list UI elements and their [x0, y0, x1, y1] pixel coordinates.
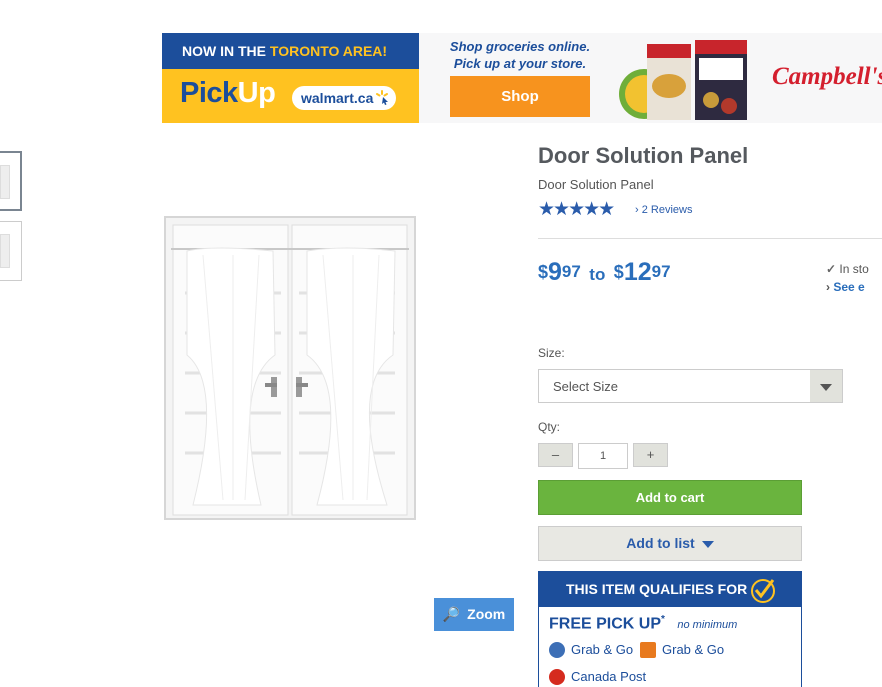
banner-headline: NOW IN THE TORONTO AREA! — [162, 33, 419, 69]
banner-pickup-area: PickUp walmart.ca — [162, 69, 419, 123]
promo-banner[interactable]: NOW IN THE TORONTO AREA! PickUp walmart.… — [162, 33, 882, 123]
qualifies-box: THIS ITEM QUALIFIES FOR FREE PICK UP* no… — [538, 571, 802, 687]
stock-line1: In sto — [839, 262, 869, 276]
chevron-right-icon: › — [826, 280, 830, 294]
caret-down-icon — [701, 540, 714, 548]
product-subtitle: Door Solution Panel — [538, 177, 654, 192]
product-title: Door Solution Panel — [538, 143, 749, 168]
banner-message: Shop groceries online. Pick up at your s… — [420, 38, 620, 72]
price-from-dollars: 9 — [548, 258, 562, 286]
size-label: Size: — [538, 346, 565, 360]
campbells-logo: Campbell's. — [772, 63, 882, 90]
walmart-spark-icon — [376, 90, 388, 105]
divider — [538, 238, 882, 239]
price-from-cents: 97 — [561, 262, 581, 281]
add-to-cart-button[interactable]: Add to cart — [538, 480, 802, 515]
qty-label: Qty: — [538, 420, 561, 434]
thumbnail-1[interactable] — [0, 151, 22, 211]
service3-label: Canada Post — [571, 669, 647, 684]
stock-status: ✓ In sto › See e — [826, 260, 869, 296]
free-pickup-text: FREE PICK UP — [549, 615, 662, 633]
thumbnail-2[interactable] — [0, 221, 22, 281]
stock-line2: See e — [833, 280, 865, 294]
zoom-button[interactable]: 🔎 Zoom — [434, 598, 514, 631]
seven-eleven-icon — [640, 641, 656, 658]
zoom-label: Zoom — [467, 606, 506, 622]
pickup-logo-part2: Up — [237, 77, 276, 109]
price-from-currency: $ — [538, 262, 549, 282]
add-to-list-label: Add to list — [626, 535, 695, 551]
pickup-logo: PickUp — [180, 77, 276, 110]
chevron-right-icon: › — [635, 204, 639, 216]
price-to-word: to — [589, 265, 606, 284]
product-image — [164, 216, 416, 520]
canada-post-icon — [549, 668, 565, 685]
check-badge-icon — [751, 579, 775, 603]
checkmark-icon: ✓ — [826, 262, 837, 276]
soup-products-image — [619, 40, 747, 120]
qty-input[interactable]: 1 — [578, 443, 628, 469]
pickup-logo-part1: Pick — [180, 77, 238, 109]
grab-go-icon — [549, 641, 565, 658]
size-select[interactable]: Select Size — [538, 369, 843, 403]
service2-label: Grab & Go — [662, 642, 725, 657]
qty-decrease-button[interactable]: – — [538, 443, 573, 467]
add-to-list-button[interactable]: Add to list — [538, 526, 802, 561]
walmart-domain: walmart.ca — [301, 90, 374, 106]
price-to-cents: 97 — [651, 262, 671, 281]
qty-increase-button[interactable]: + — [633, 443, 668, 467]
see-stores-link[interactable]: › See e — [826, 278, 869, 296]
price-to-currency: $ — [613, 262, 624, 282]
service-canada-post: Canada Post — [549, 668, 647, 686]
rating-stars: ★★★★★ — [538, 199, 615, 220]
reviews-link[interactable]: › 2 Reviews — [635, 204, 692, 216]
qualifies-header: THIS ITEM QUALIFIES FOR — [539, 572, 801, 607]
thumbnail-image — [0, 165, 10, 199]
banner-shop-button[interactable]: Shop — [450, 76, 590, 117]
qualifies-header-text: THIS ITEM QUALIFIES FOR — [566, 581, 748, 597]
walmart-logo: walmart.ca — [292, 86, 396, 110]
magnifier-icon: 🔎 — [442, 606, 461, 622]
service-grab-go-1: Grab & Go — [549, 641, 634, 659]
price-range: $997 to $1297 — [538, 258, 671, 287]
banner-headline-prefix: NOW IN THE — [182, 43, 266, 59]
price-to-dollars: 12 — [623, 258, 652, 286]
banner-message-line1: Shop groceries online. — [449, 39, 591, 54]
chevron-down-icon[interactable] — [810, 370, 842, 402]
free-pickup-asterisk: * — [661, 614, 665, 625]
reviews-link-label: 2 Reviews — [641, 204, 693, 216]
free-pickup: FREE PICK UP* no minimum — [549, 614, 737, 633]
size-select-value: Select Size — [553, 379, 619, 394]
thumbnail-image — [0, 234, 10, 268]
service1-label: Grab & Go — [571, 642, 634, 657]
stock-availability: ✓ In sto — [826, 260, 869, 278]
no-minimum-label: no minimum — [677, 619, 738, 632]
banner-message-line2: Pick up at your store. — [453, 56, 587, 71]
banner-headline-highlight: TORONTO AREA! — [269, 43, 388, 59]
service-grab-go-2: Grab & Go — [640, 641, 725, 659]
